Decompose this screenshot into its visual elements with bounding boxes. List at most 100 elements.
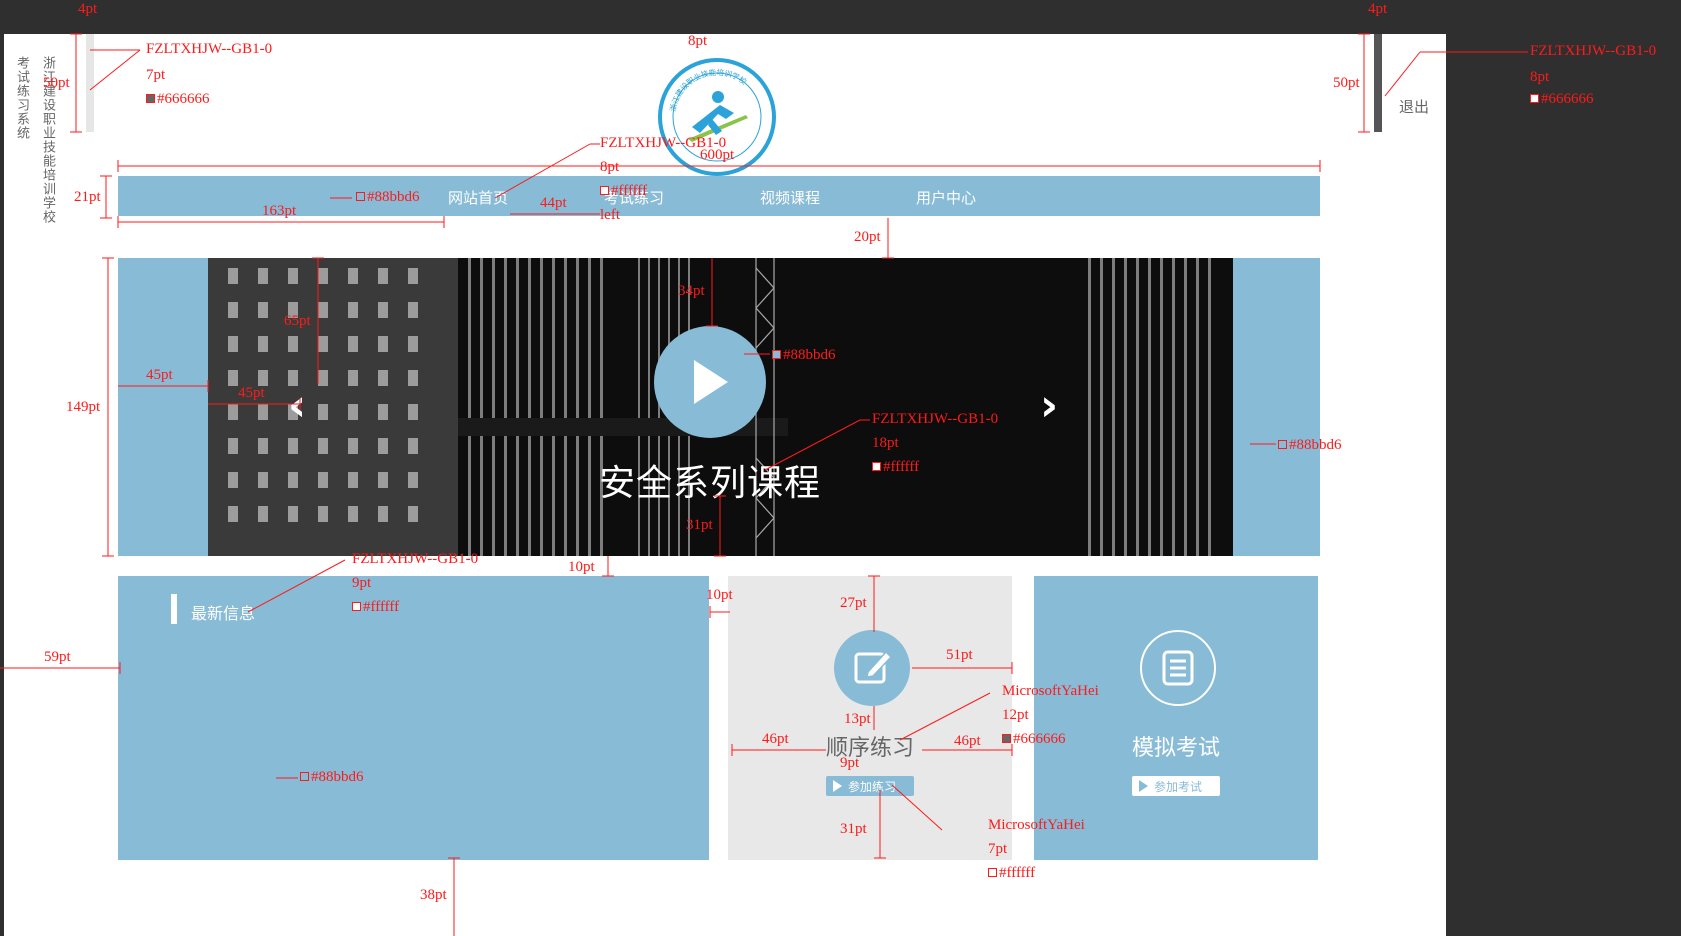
banner-carousel: 安全系列课程 ‹ › [118,258,1320,556]
ann-banner-bg: #88bbd6 [1278,438,1342,453]
ann-font-practice: MicrosoftYaHei [1002,683,1099,699]
ann-46pt-a: 46pt [762,731,789,747]
banner-next-arrow[interactable]: › [1040,380,1058,431]
ann-34pt: 34pt [678,283,705,299]
ann-color-btn: #ffffff [988,866,1035,881]
ann-align-nav: left [600,207,620,223]
ann-65pt: 65pt [284,313,311,329]
ann-size-system: 7pt [146,67,166,83]
ann-size-news: 9pt [352,575,372,591]
right-side-bar [1374,34,1382,132]
swatch-gray-icon [1002,734,1011,743]
ann-4pt-right: 4pt [1368,1,1388,17]
ann-51pt: 51pt [946,647,973,663]
ann-color-btn-text: #ffffff [999,865,1036,881]
exam-title: 模拟考试 [1131,736,1220,761]
swatch-blue-icon [1278,440,1287,449]
ann-news-bg-text: #88bbd6 [311,769,364,785]
swatch-gray-icon [146,94,155,103]
system-name: 考试练习系统 [14,56,29,140]
ann-font-news: FZLTXHJW--GB1-0 [352,551,479,567]
page-canvas: 考试练习系统 浙江建设职业技能培训学校 退出 浙江建设职业技能培训学校 网站首页… [4,34,1446,936]
ann-banner-bg-text: #88bbd6 [1289,437,1342,453]
swatch-blue-icon [772,350,781,359]
news-panel: 最新信息 [118,576,709,860]
nav-item-videos[interactable]: 视频课程 [760,187,820,208]
ann-size-nav: 8pt [600,159,620,175]
ann-color-practice-text: #666666 [1013,731,1066,747]
ann-color-news: #ffffff [352,600,399,615]
ann-size-logout: 8pt [1530,69,1550,85]
ann-45pt-b: 45pt [238,385,265,401]
swatch-white-icon [352,602,361,611]
ann-font-btn: MicrosoftYaHei [988,817,1085,833]
ann-size-btn: 7pt [988,841,1008,857]
practice-circle [834,630,910,706]
ann-play-bg-text: #88bbd6 [783,347,836,363]
swatch-white-icon [988,868,997,877]
ann-149pt: 149pt [66,399,101,415]
ann-20pt: 20pt [854,229,881,245]
join-exam-button[interactable]: 参加考试 [1132,776,1220,796]
nav-item-home[interactable]: 网站首页 [448,187,508,208]
ann-600pt: 600pt [700,147,735,163]
ann-50pt-right: 50pt [1333,75,1360,91]
ann-10pt-a: 10pt [568,559,595,575]
edit-icon [854,650,893,684]
ann-news-bg: #88bbd6 [300,770,364,785]
ann-nav-bg: #88bbd6 [356,190,420,205]
ann-size-practice: 12pt [1002,707,1029,723]
banner-prev-arrow[interactable]: ‹ [288,380,306,431]
ann-46pt-b: 46pt [954,733,981,749]
ann-color-system-text: #666666 [157,91,210,107]
join-exam-label: 参加考试 [1154,780,1203,794]
banner-image: 安全系列课程 [208,258,1233,556]
play-button[interactable] [654,326,766,438]
join-practice-button[interactable]: 参加练习 [826,776,914,796]
ann-21pt: 21pt [74,189,101,205]
ann-color-system: #666666 [146,92,210,107]
exam-circle [1140,630,1216,706]
ann-color-banner: #ffffff [872,460,919,475]
swatch-white-icon [872,462,881,471]
ann-nav-bg-text: #88bbd6 [367,189,420,205]
nav-item-user-center[interactable]: 用户中心 [916,187,976,208]
play-icon [694,360,728,404]
ann-31pt-banner: 31pt [686,517,713,533]
ann-color-practice: #666666 [1002,732,1066,747]
main-nav: 网站首页 考试练习 视频课程 用户中心 [118,176,1320,216]
swatch-blue-icon [300,772,309,781]
ann-38pt: 38pt [420,887,447,903]
ann-font-banner: FZLTXHJW--GB1-0 [872,411,999,427]
swatch-white-icon [1530,94,1539,103]
play-triangle-icon [1139,780,1148,792]
list-document-icon [1162,650,1194,686]
logout-link[interactable]: 退出 [1399,96,1429,117]
ann-9pt: 9pt [840,755,860,771]
ann-color-logout: #666666 [1530,92,1594,107]
left-side-bar [86,34,94,132]
ann-27pt: 27pt [840,595,867,611]
ann-font-logout: FZLTXHJW--GB1-0 [1530,43,1657,59]
banner-title: 安全系列课程 [598,463,821,504]
ann-color-logout-text: #666666 [1541,91,1594,107]
ann-45pt-a: 45pt [146,367,173,383]
ann-4pt-left: 4pt [78,1,98,17]
ann-50pt-left: 50pt [43,75,70,91]
news-title: 最新信息 [191,604,256,623]
ann-31pt-practice: 31pt [840,821,867,837]
news-title-bar [171,594,177,624]
ann-163pt: 163pt [262,203,297,219]
ann-color-nav: #ffffff [600,184,647,199]
ann-13pt: 13pt [844,711,871,727]
join-practice-label: 参加练习 [848,780,897,794]
ann-color-banner-text: #ffffff [883,459,920,475]
ann-font-system: FZLTXHJW--GB1-0 [146,41,273,57]
ann-color-nav-text: #ffffff [611,183,648,199]
ann-size-banner: 18pt [872,435,899,451]
ann-logo-8pt: 8pt [688,33,708,49]
ann-44pt: 44pt [540,195,567,211]
swatch-blue-icon [356,192,365,201]
ann-10pt-b: 10pt [706,587,733,603]
ann-color-news-text: #ffffff [363,599,400,615]
